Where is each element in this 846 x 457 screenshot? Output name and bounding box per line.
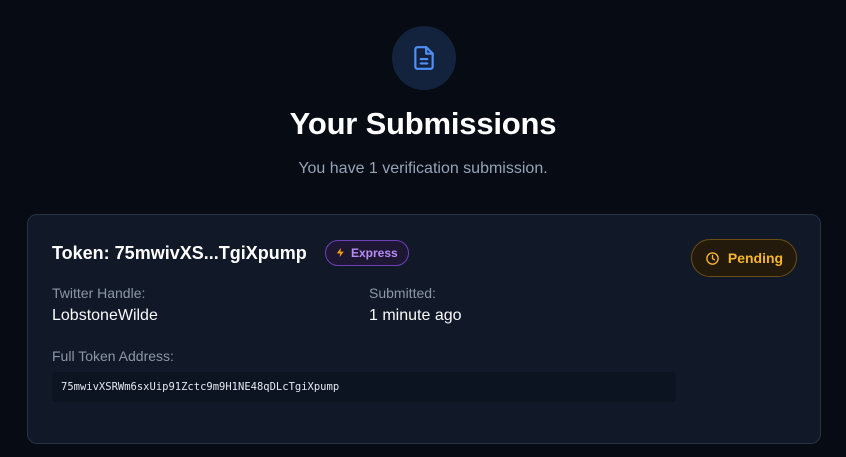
submissions-page: Your Submissions You have 1 verification… bbox=[0, 0, 846, 457]
submitted-value: 1 minute ago bbox=[369, 307, 462, 324]
status-badge: Pending bbox=[691, 239, 797, 277]
status-badge-label: Pending bbox=[727, 250, 784, 266]
submitted-label: Submitted: bbox=[369, 285, 436, 301]
page-subtitle: You have 1 verification submission. bbox=[298, 160, 548, 177]
token-title: Token: 75mwivXS...TgiXpump bbox=[52, 243, 307, 263]
token-address-label: Full Token Address: bbox=[52, 348, 174, 364]
page-title: Your Submissions bbox=[289, 106, 557, 141]
document-icon bbox=[392, 26, 456, 90]
token-address-value[interactable]: 75mwivXSRWm6sxUip91Zctc9m9H1NE48qDLcTgiX… bbox=[52, 372, 676, 402]
express-badge: Express bbox=[325, 240, 409, 266]
twitter-handle-value: LobstoneWilde bbox=[52, 307, 158, 324]
clock-icon bbox=[705, 251, 720, 266]
twitter-handle-label: Twitter Handle: bbox=[52, 285, 146, 301]
lightning-icon bbox=[335, 246, 346, 261]
express-badge-label: Express bbox=[351, 246, 398, 260]
submission-card[interactable]: Token: 75mwivXS...TgiXpump Express Pendi… bbox=[27, 214, 821, 444]
